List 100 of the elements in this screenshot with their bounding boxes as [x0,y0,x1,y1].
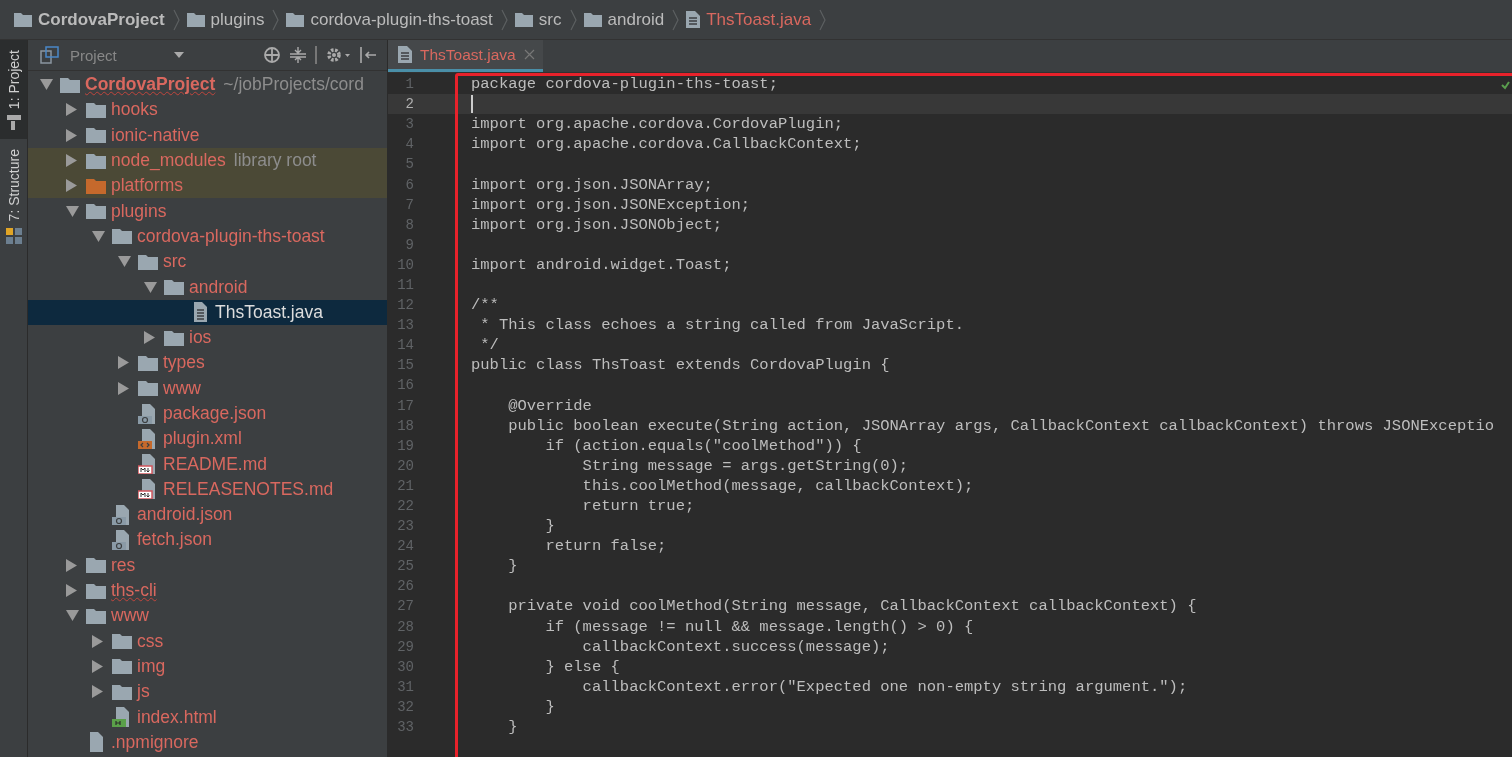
collapsed-arrow-icon[interactable] [92,634,103,648]
tree-item[interactable]: CordovaProject ~/jobProjects/cord [28,72,387,98]
expanded-arrow-icon[interactable] [144,281,157,293]
expanded-arrow-icon[interactable] [66,205,79,217]
chevron-icon [569,8,577,31]
tree-item[interactable]: ths-cli [28,577,387,604]
expanded-arrow-icon[interactable] [40,79,53,91]
line-number: 8 [404,216,414,233]
tree-item[interactable]: .npmignore [28,729,387,755]
tree-item[interactable]: node_modules library root [28,147,387,174]
code-line: public boolean execute(String action, JSONArray args, CallbackContext callbackContext) throws JSONExceptio [507,416,1495,435]
tree-item[interactable]: package.json [28,400,387,427]
tool-window-tab[interactable]: 7: Structure [0,139,27,252]
code-line: String message = args.getString(0); [581,456,909,475]
line-number: 17 [396,397,414,414]
collapsed-arrow-icon[interactable] [144,331,155,345]
tree-item[interactable]: src [28,249,387,275]
expanded-arrow-icon[interactable] [66,610,79,622]
locate-icon[interactable] [263,46,281,64]
line-number: 29 [396,638,414,655]
breadcrumb-item[interactable]: cordova-plugin-ths-toast [286,9,493,30]
code-line: } [544,517,555,536]
line-number: 21 [396,477,414,494]
line-number: 27 [396,598,414,615]
line-number: 15 [396,357,414,374]
expanded-arrow-icon[interactable] [92,230,105,242]
collapsed-arrow-icon[interactable] [66,179,77,193]
tree-item[interactable]: ionic-native [28,122,387,148]
line-number: 31 [396,678,414,695]
expanded-arrow-icon[interactable] [118,256,131,268]
collapsed-arrow-icon[interactable] [118,381,129,395]
tree-item[interactable]: hooks [28,97,387,123]
collapsed-arrow-icon[interactable] [66,128,77,142]
tree-item[interactable]: RELEASENOTES.md [28,476,387,503]
folder-icon [112,658,132,675]
tree-item[interactable]: types [28,350,387,376]
collapsed-arrow-icon[interactable] [92,659,103,673]
collapsed-arrow-icon[interactable] [92,685,103,699]
tool-window-tab[interactable]: 1: Project [0,40,27,140]
code-line: import android.widget.Toast; [471,255,732,274]
line-number: 6 [404,176,414,193]
breadcrumb-item[interactable]: android [583,9,665,30]
folder-icon [86,582,106,599]
tree-item[interactable]: ios [28,324,387,351]
line-number: 30 [396,658,414,675]
settings-icon[interactable] [325,46,351,64]
code-line: * This class echoes a string called from JavaScript. [479,316,964,335]
file-icon [112,504,132,525]
tree-item[interactable]: android.json [28,502,387,528]
tree-item[interactable]: fetch.json [28,527,387,553]
structure-icon [5,227,22,244]
collapse-all-icon[interactable] [289,46,307,64]
folder-icon [138,253,158,270]
line-number: 4 [404,136,414,153]
tree-item[interactable]: plugins [28,198,387,224]
tree-item[interactable]: img [28,653,387,680]
folder-icon [60,76,80,93]
line-number: 14 [396,337,414,354]
collapsed-arrow-icon[interactable] [66,103,77,117]
breadcrumb-item[interactable]: CordovaProject [14,9,165,30]
folder-icon [14,12,32,27]
line-number: 12 [396,297,414,314]
code-line: */ [479,336,499,355]
editor-tab[interactable]: ThsToast.java [388,40,543,72]
file-icon [138,479,158,500]
collapsed-arrow-icon[interactable] [66,558,77,572]
tree-item[interactable]: platforms [28,173,387,199]
line-number: 33 [396,719,414,736]
line-number: 11 [396,277,414,293]
folder-icon [514,12,533,27]
tree-item[interactable]: www [28,603,387,629]
code-line: } else { [544,657,620,676]
hide-panel-icon[interactable] [359,46,377,64]
caret-icon [172,51,185,59]
breadcrumb-item[interactable]: ThsToast.java [686,9,812,30]
tree-item[interactable]: README.md [28,451,387,477]
file-icon [138,454,158,475]
collapsed-arrow-icon[interactable] [118,356,129,370]
tree-item[interactable]: www [28,375,387,401]
line-number: 23 [396,518,414,535]
file-icon [138,428,158,449]
tree-item[interactable]: ThsToast.java [28,299,387,325]
tree-item[interactable]: css [28,628,387,654]
view-selector[interactable]: Project [66,46,189,64]
collapsed-arrow-icon[interactable] [66,154,77,168]
close-icon[interactable] [523,49,535,60]
tree-item[interactable]: res [28,552,387,578]
line-number: 1 [404,76,414,93]
breadcrumb-item[interactable]: plugins [186,9,265,30]
tree-item[interactable]: js [28,679,387,705]
tree-item[interactable]: index.html [28,704,387,730]
tree-item[interactable]: cordova-plugin-ths-toast [28,223,387,250]
folder-tree-icon [6,115,21,132]
breadcrumb-item[interactable]: src [514,9,562,30]
folder-icon [286,12,305,27]
line-number: 5 [404,156,414,173]
tree-item[interactable]: android [28,274,387,300]
tree-item[interactable]: plugin.xml [28,426,387,452]
collapsed-arrow-icon[interactable] [66,584,77,598]
folder-icon [86,607,106,624]
